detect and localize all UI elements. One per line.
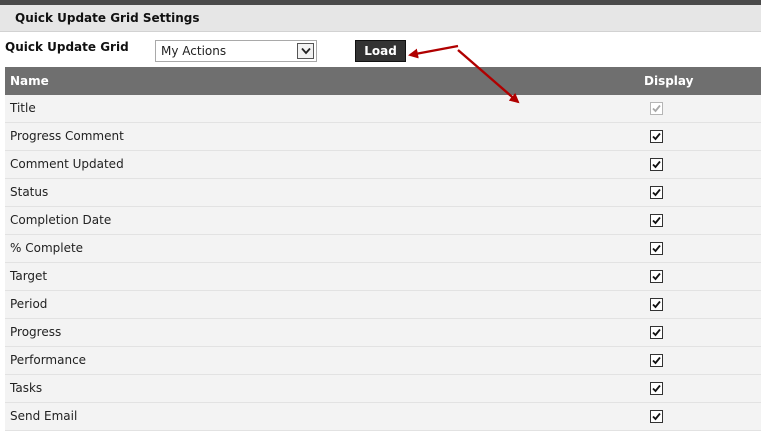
row-label: Tasks	[10, 381, 43, 395]
load-button[interactable]: Load	[355, 40, 406, 62]
annotation-arrow-to-load	[408, 44, 459, 59]
display-checkbox[interactable]	[650, 214, 663, 227]
checkmark-icon	[652, 272, 661, 281]
checkmark-icon	[652, 300, 661, 309]
table-row: Tasks	[5, 375, 761, 403]
section-title: Quick Update Grid Settings	[15, 11, 200, 25]
row-label: Title	[10, 101, 36, 115]
row-label: Comment Updated	[10, 157, 124, 171]
table-row: % Complete	[5, 235, 761, 263]
display-checkbox[interactable]	[650, 382, 663, 395]
row-label: Progress	[10, 325, 62, 339]
table-row: Progress Comment	[5, 123, 761, 151]
table-row: Target	[5, 263, 761, 291]
table-row: Send Email	[5, 403, 761, 431]
checkmark-icon	[652, 188, 661, 197]
grid-select-value: My Actions	[161, 44, 227, 58]
column-header-display: Display	[644, 74, 694, 88]
checkmark-icon	[652, 384, 661, 393]
display-checkbox[interactable]	[650, 326, 663, 339]
row-label: Progress Comment	[10, 129, 124, 143]
display-checkbox[interactable]	[650, 270, 663, 283]
row-label: % Complete	[10, 241, 84, 255]
section-header: Quick Update Grid Settings	[0, 5, 761, 32]
table-row: Performance	[5, 347, 761, 375]
display-checkbox	[650, 102, 663, 115]
checkmark-icon	[652, 132, 661, 141]
checkmark-icon	[652, 104, 661, 113]
display-checkbox[interactable]	[650, 130, 663, 143]
display-checkbox[interactable]	[650, 158, 663, 171]
table-header: Name Display	[5, 67, 761, 95]
chevron-down-icon[interactable]	[297, 43, 314, 59]
row-label: Send Email	[10, 409, 78, 423]
table-row: Comment Updated	[5, 151, 761, 179]
table-row: Title	[5, 95, 761, 123]
row-label: Period	[10, 297, 48, 311]
grid-select[interactable]: My Actions	[155, 40, 317, 62]
table-row: Completion Date	[5, 207, 761, 235]
checkmark-icon	[652, 412, 661, 421]
display-checkbox[interactable]	[650, 242, 663, 255]
checkmark-icon	[652, 328, 661, 337]
checkmark-icon	[652, 244, 661, 253]
table-row: Period	[5, 291, 761, 319]
display-checkbox[interactable]	[650, 354, 663, 367]
row-label: Performance	[10, 353, 87, 367]
table-row: Status	[5, 179, 761, 207]
checkmark-icon	[652, 356, 661, 365]
display-checkbox[interactable]	[650, 298, 663, 311]
row-label: Completion Date	[10, 213, 112, 227]
settings-table-body: Title Progress Comment Comment Updated Stat…	[5, 95, 761, 431]
table-row: Progress	[5, 319, 761, 347]
row-label: Target	[10, 269, 48, 283]
row-label: Status	[10, 185, 49, 199]
checkmark-icon	[652, 216, 661, 225]
checkmark-icon	[652, 160, 661, 169]
display-checkbox[interactable]	[650, 410, 663, 423]
display-checkbox[interactable]	[650, 186, 663, 199]
grid-selector-label: Quick Update Grid	[5, 40, 129, 54]
column-header-name: Name	[10, 74, 49, 88]
